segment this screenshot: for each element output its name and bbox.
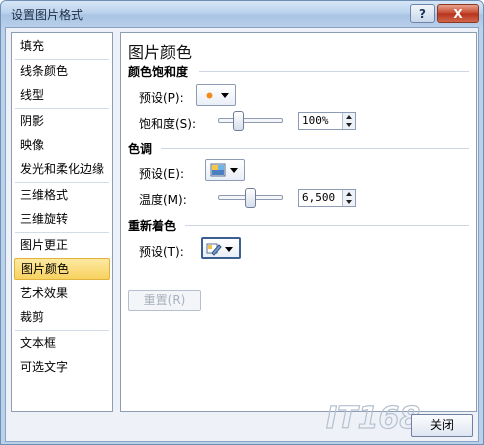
nav-item-fill[interactable]: 填充 [14,35,110,57]
spin-buttons[interactable] [342,190,355,206]
saturation-heading: 颜色饱和度 [128,65,189,79]
spin-up-icon[interactable] [346,192,352,196]
slider-thumb[interactable] [233,111,244,131]
page-title: 图片颜色 [128,43,193,62]
nav-item-artistic-effects[interactable]: 艺术效果 [14,282,110,304]
nav-item-crop[interactable]: 裁剪 [14,306,110,328]
section-divider [161,148,469,149]
saturation-spinbox[interactable]: 100% [298,112,356,130]
spin-up-icon[interactable] [346,115,352,119]
recolor-icon [206,243,222,256]
saturation-preset-dropdown[interactable] [196,84,236,106]
color-dot-icon [206,92,213,99]
nav-item-text-box[interactable]: 文本框 [14,332,110,354]
category-list: 填充 线条颜色 线型 阴影 映像 发光和柔化边缘 三维格式 三维旋转 图片更正 … [11,32,113,412]
saturation-slider[interactable] [218,111,283,131]
nav-item-line-style[interactable]: 线型 [14,84,110,106]
spin-down-icon[interactable] [346,200,352,204]
nav-item-picture-color[interactable]: 图片颜色 [14,258,110,280]
nav-item-3d-rotation[interactable]: 三维旋转 [14,208,110,230]
chevron-down-icon [221,93,229,98]
nav-item-line-color[interactable]: 线条颜色 [14,60,110,82]
dialog-title: 设置图片格式 [11,8,84,22]
temperature-label: 温度(M): [139,193,187,207]
nav-separator [15,182,109,183]
recolor-preset-label: 预设(T): [139,245,184,259]
close-button[interactable]: 关闭 [411,414,473,437]
slider-track [218,118,283,123]
nav-item-alt-text[interactable]: 可选文字 [14,356,110,378]
tone-preset-dropdown[interactable] [205,159,245,181]
dialog-body: 填充 线条颜色 线型 阴影 映像 发光和柔化边缘 三维格式 三维旋转 图片更正 … [5,27,479,442]
color-tone-icon [210,163,226,177]
temperature-spinbox[interactable]: 6,500 [298,189,356,207]
help-icon: ? [419,6,426,21]
saturation-value: 100% [302,114,329,127]
saturation-preset-label: 预设(P): [139,91,184,105]
nav-separator [15,232,109,233]
recolor-heading: 重新着色 [128,219,177,233]
nav-item-reflection[interactable]: 映像 [14,134,110,156]
spin-buttons[interactable] [342,113,355,129]
section-divider [185,225,469,226]
nav-item-glow-soft-edges[interactable]: 发光和柔化边缘 [14,158,110,180]
reset-button[interactable]: 重置(R) [128,290,201,311]
nav-item-shadow[interactable]: 阴影 [14,110,110,132]
format-picture-dialog: 设置图片格式 ? X 填充 线条颜色 线型 阴影 映像 发光和柔化边缘 三维格式… [0,0,484,445]
help-button[interactable]: ? [410,4,435,23]
tone-heading: 色调 [128,142,153,156]
section-divider [199,71,469,72]
slider-thumb[interactable] [245,188,256,208]
chevron-down-icon [230,168,238,173]
spin-down-icon[interactable] [346,123,352,127]
title-bar[interactable]: 设置图片格式 ? X [1,1,483,27]
nav-item-3d-format[interactable]: 三维格式 [14,184,110,206]
nav-separator [15,330,109,331]
nav-item-picture-corrections[interactable]: 图片更正 [14,234,110,256]
saturation-amount-label: 饱和度(S): [139,117,197,131]
recolor-preset-dropdown[interactable] [201,237,241,259]
temperature-value: 6,500 [302,191,336,204]
title-close-button[interactable]: X [437,4,479,23]
tone-preset-label: 预设(E): [139,167,184,181]
nav-separator [15,108,109,109]
close-icon: X [453,6,463,21]
svg-text:IT168: IT168 [326,401,420,436]
chevron-down-icon [225,247,233,252]
temperature-slider[interactable] [218,188,283,208]
settings-panel: 图片颜色 颜色饱和度 预设(P): 饱和度(S): 100% 色调 预设(E):… [120,32,477,412]
